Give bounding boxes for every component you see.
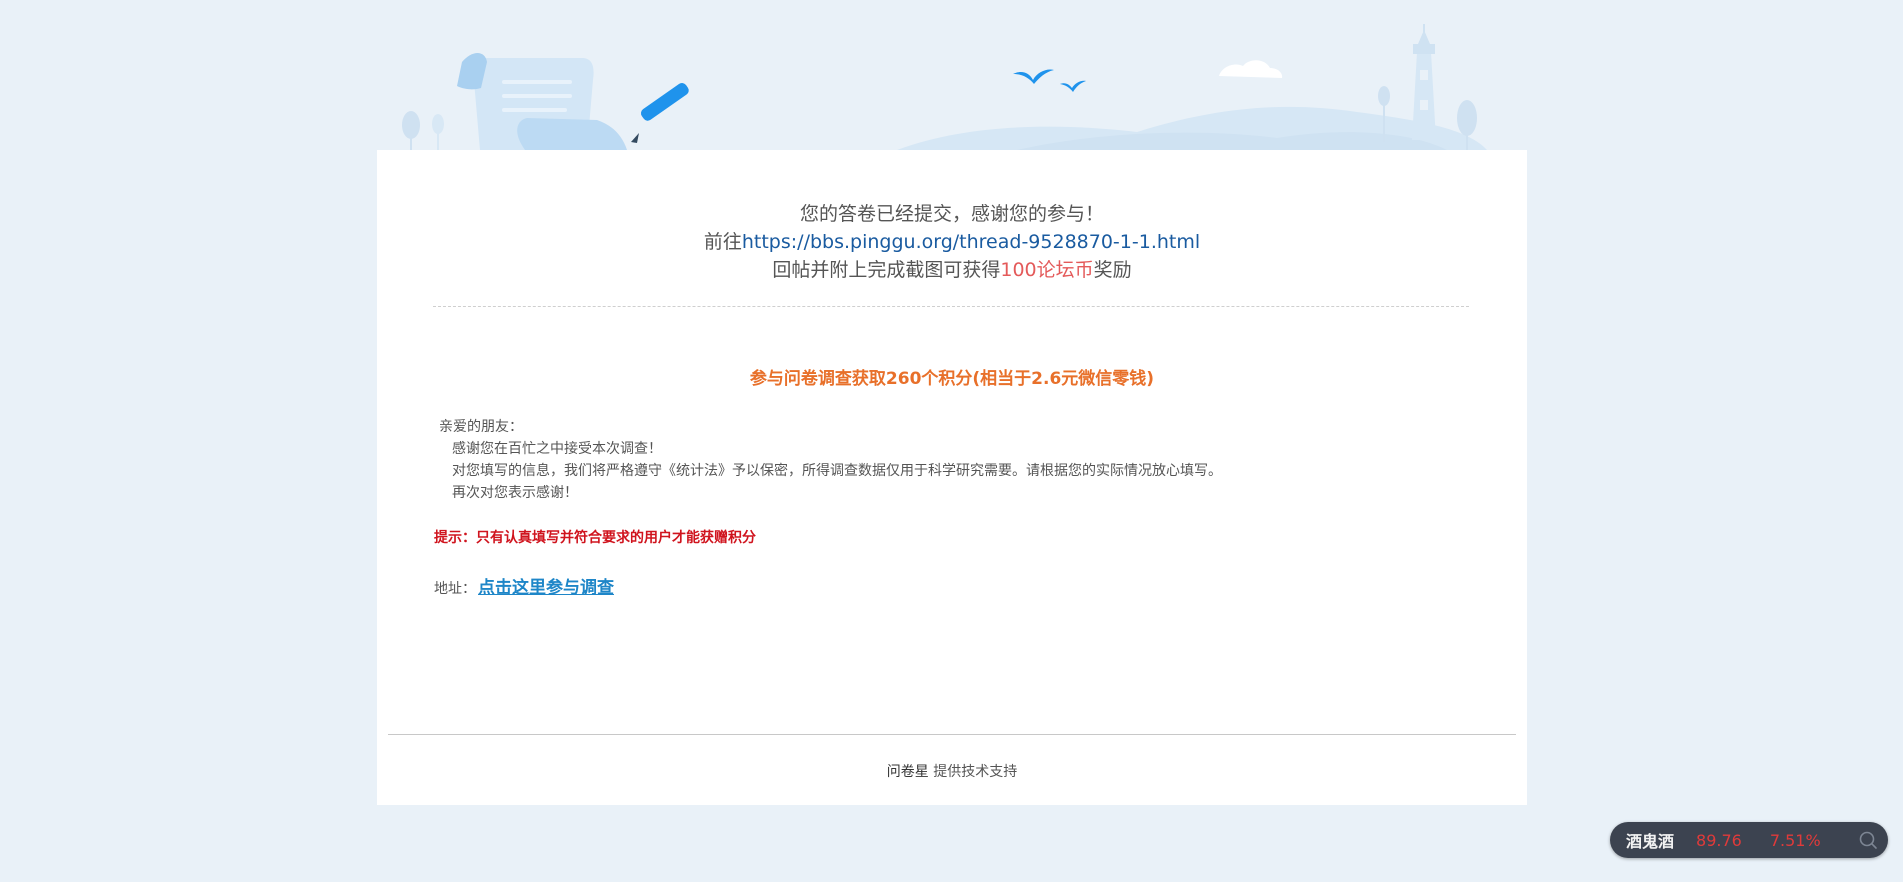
thanks-text: 您的答卷已经提交，感谢您的参与！ <box>799 203 1104 225</box>
reward-line: 回帖并附上完成截图可获得100论坛币奖励 <box>377 256 1527 284</box>
submission-message: 您的答卷已经提交，感谢您的参与！ 前往https://bbs.pinggu.or… <box>377 200 1527 284</box>
stock-ticker-widget[interactable]: 酒鬼酒 89.76 7.51% <box>1610 822 1888 858</box>
reward-suffix: 奖励 <box>1093 259 1132 281</box>
search-icon[interactable] <box>1858 830 1878 850</box>
reward-amount: 100论坛币 <box>1000 259 1094 281</box>
greeting: 亲爱的朋友： <box>439 419 523 435</box>
intro-paragraph: 对您填写的信息，我们将严格遵守《统计法》予以保密，所得调查数据仅用于科学研究需要… <box>452 463 1222 479</box>
ticker-change: 7.51% <box>1769 830 1821 850</box>
ticker-name: 酒鬼酒 <box>1626 832 1675 851</box>
forward-prefix: 前往 <box>703 231 742 253</box>
survey-title: 参与问卷调查获取260个积分(相当于2.6元微信零钱) <box>749 369 1155 389</box>
thread-link[interactable]: https://bbs.pinggu.org/thread-9528870-1-… <box>742 231 1200 253</box>
divider-dashed <box>433 306 1469 307</box>
survey-intro: 亲爱的朋友： 感谢您在百忙之中接受本次调查！ 对您填写的信息，我们将严格遵守《统… <box>439 416 1479 504</box>
footer-brand[interactable]: 问卷星 <box>887 764 929 780</box>
footer-text: 提供技术支持 <box>928 764 1018 780</box>
forward-line: 前往https://bbs.pinggu.org/thread-9528870-… <box>377 228 1527 256</box>
address-row: 地址： 点击这里参与调查 <box>434 573 614 598</box>
address-label: 地址： <box>434 581 476 597</box>
result-card: 您的答卷已经提交，感谢您的参与！ 前往https://bbs.pinggu.or… <box>377 150 1527 805</box>
intro-paragraph: 再次对您表示感谢！ <box>452 485 578 501</box>
banner-illustration <box>402 24 1487 150</box>
reward-prefix: 回帖并附上完成截图可获得 <box>772 259 1001 281</box>
footer: 问卷星 提供技术支持 <box>377 761 1527 781</box>
tip-text: 提示：只有认真填写并符合要求的用户才能获赠积分 <box>434 530 756 546</box>
page: 您的答卷已经提交，感谢您的参与！ 前往https://bbs.pinggu.or… <box>0 0 1903 882</box>
ticker-price: 89.76 <box>1696 830 1742 850</box>
intro-paragraph: 感谢您在百忙之中接受本次调查！ <box>452 441 662 457</box>
footer-divider <box>388 734 1516 735</box>
survey-link[interactable]: 点击这里参与调查 <box>478 578 614 598</box>
